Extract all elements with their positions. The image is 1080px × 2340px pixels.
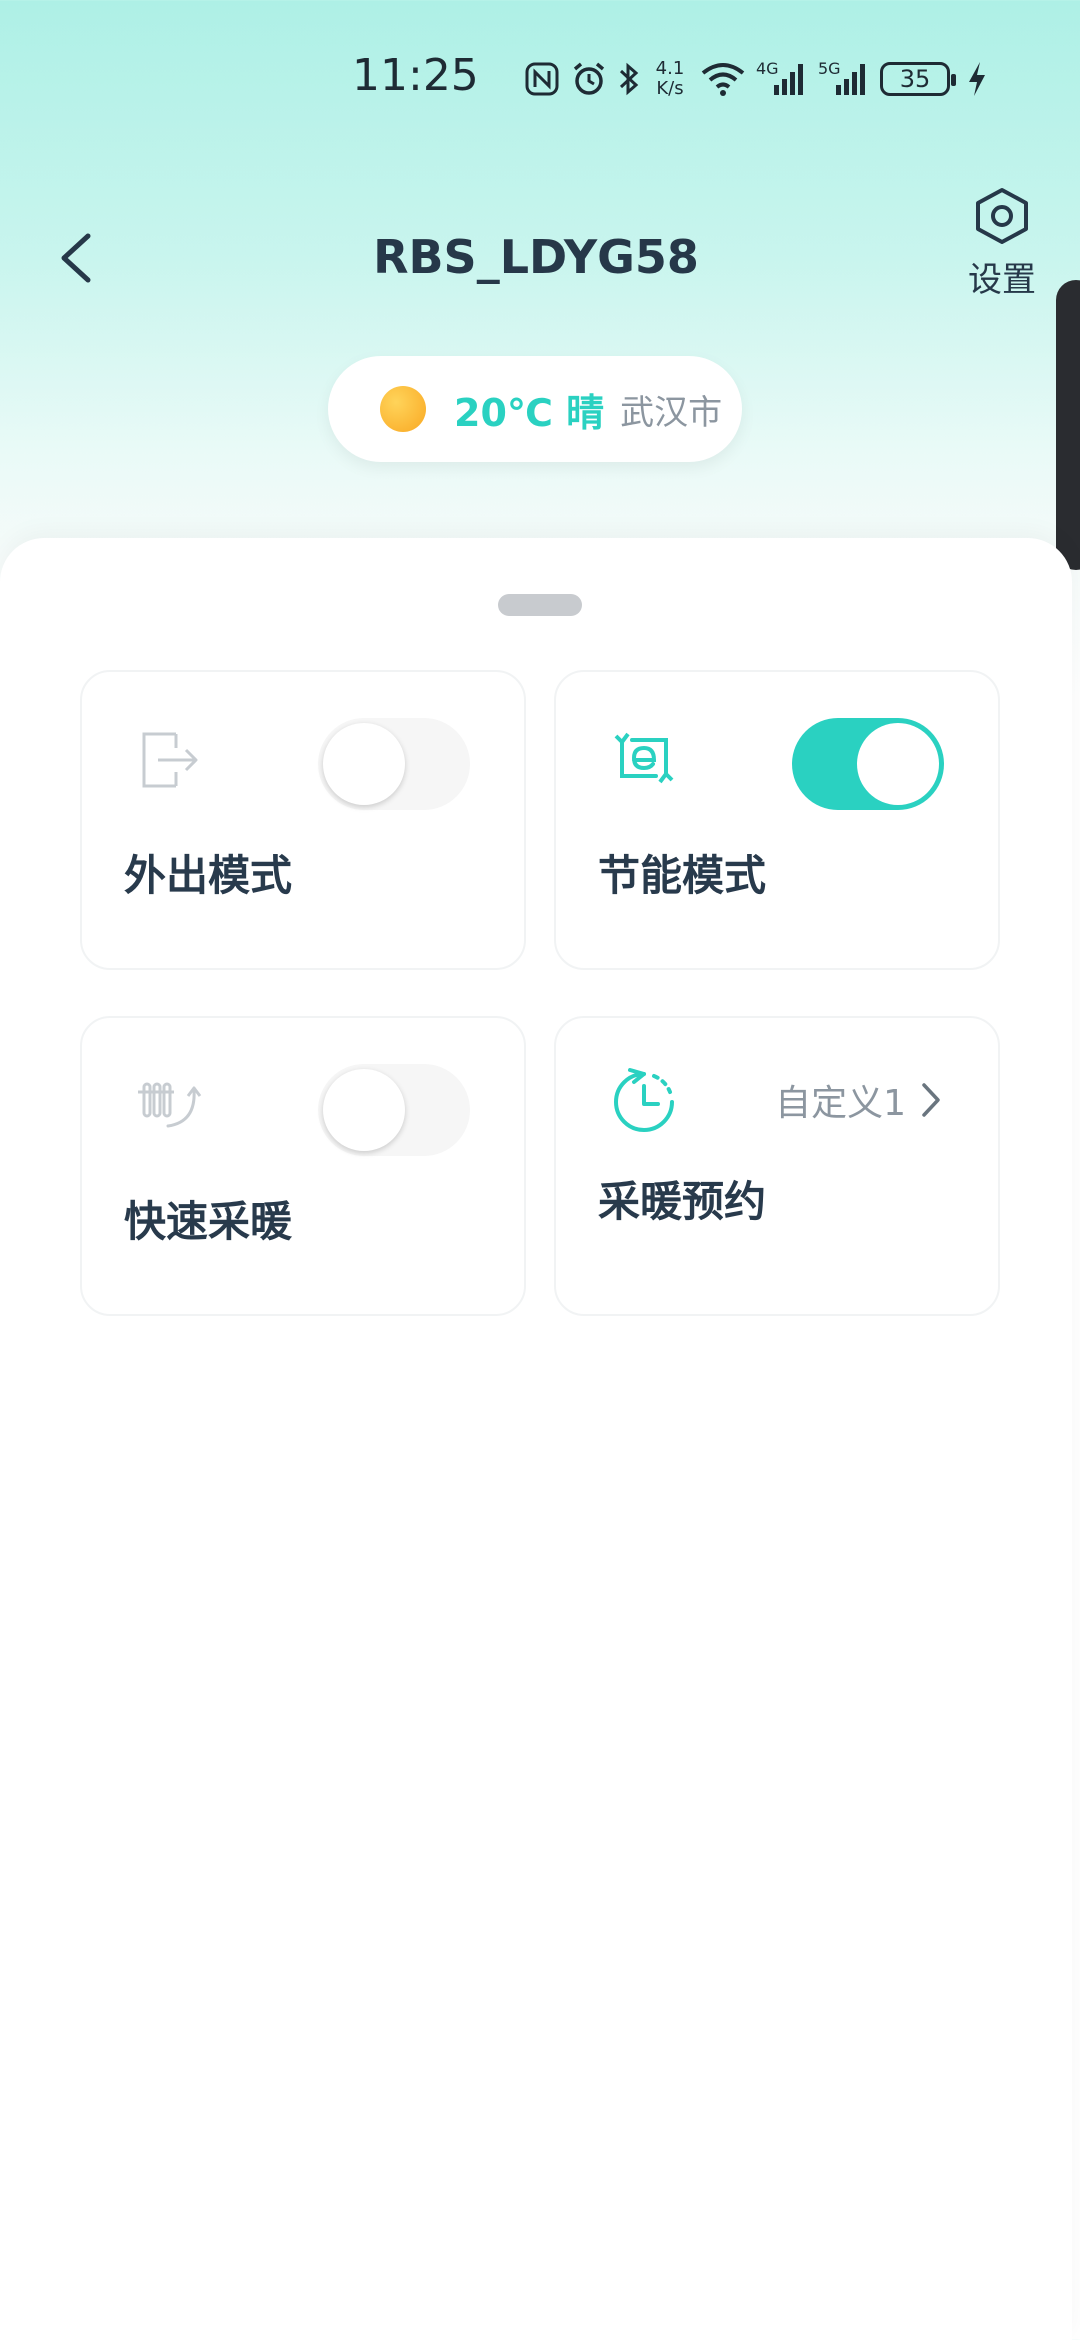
sun-icon (380, 386, 426, 432)
battery-icon: 35 (880, 62, 956, 96)
quick-heat-card[interactable]: 快速采暖 (80, 1016, 526, 1316)
bluetooth-icon (619, 62, 639, 96)
alarm-icon (573, 62, 605, 95)
eco-mode-label: 节能模式 (598, 851, 767, 900)
charging-icon (969, 62, 985, 96)
away-mode-toggle[interactable] (318, 718, 470, 810)
quick-heat-label: 快速采暖 (124, 1197, 293, 1246)
exit-door-icon (142, 732, 198, 788)
weather-pill: 20℃ 晴 武汉市 (328, 356, 742, 462)
status-bar: 11:25 4.1 K/s 4G 5G 35 (0, 0, 1080, 150)
signal-4g-icon: 4G (756, 59, 808, 99)
settings-label: 设置 (968, 260, 1036, 300)
away-mode-card[interactable]: 外出模式 (80, 670, 526, 970)
eco-mode-toggle[interactable] (792, 718, 944, 810)
device-title: RBS_LDYG58 (373, 230, 699, 284)
edge-panel-handle[interactable] (1056, 280, 1080, 570)
settings-button[interactable]: 设置 (962, 186, 1042, 300)
schedule-selector[interactable]: 自定义1 (775, 1074, 942, 1126)
toggle-knob (323, 1069, 405, 1151)
sheet-drag-handle[interactable] (498, 594, 582, 616)
quick-heat-toggle[interactable] (318, 1064, 470, 1156)
radiator-icon (138, 1082, 202, 1128)
nfc-icon (525, 62, 559, 96)
toggle-knob (323, 723, 405, 805)
eco-energy-icon (614, 732, 674, 784)
toggle-knob (857, 723, 939, 805)
weather-temp: 20℃ 晴 (454, 390, 605, 435)
status-time: 11:25 (352, 50, 479, 101)
clock-icon (614, 1068, 674, 1132)
status-icons: 4.1 K/s 4G 5G 35 (524, 56, 988, 102)
schedule-value: 自定义1 (775, 1083, 906, 1124)
away-mode-label: 外出模式 (124, 851, 293, 900)
settings-hex-icon (976, 188, 1028, 244)
signal-5g-icon: 5G (818, 59, 870, 99)
wifi-icon (701, 63, 745, 96)
weather-city: 武汉市 (620, 392, 723, 433)
chevron-right-icon (922, 1083, 940, 1117)
eco-mode-card[interactable]: 节能模式 (554, 670, 1000, 970)
network-speed: 4.1 K/s (655, 58, 685, 99)
heating-schedule-label: 采暖预约 (598, 1177, 767, 1226)
heating-schedule-card[interactable]: 自定义1 采暖预约 (554, 1016, 1000, 1316)
